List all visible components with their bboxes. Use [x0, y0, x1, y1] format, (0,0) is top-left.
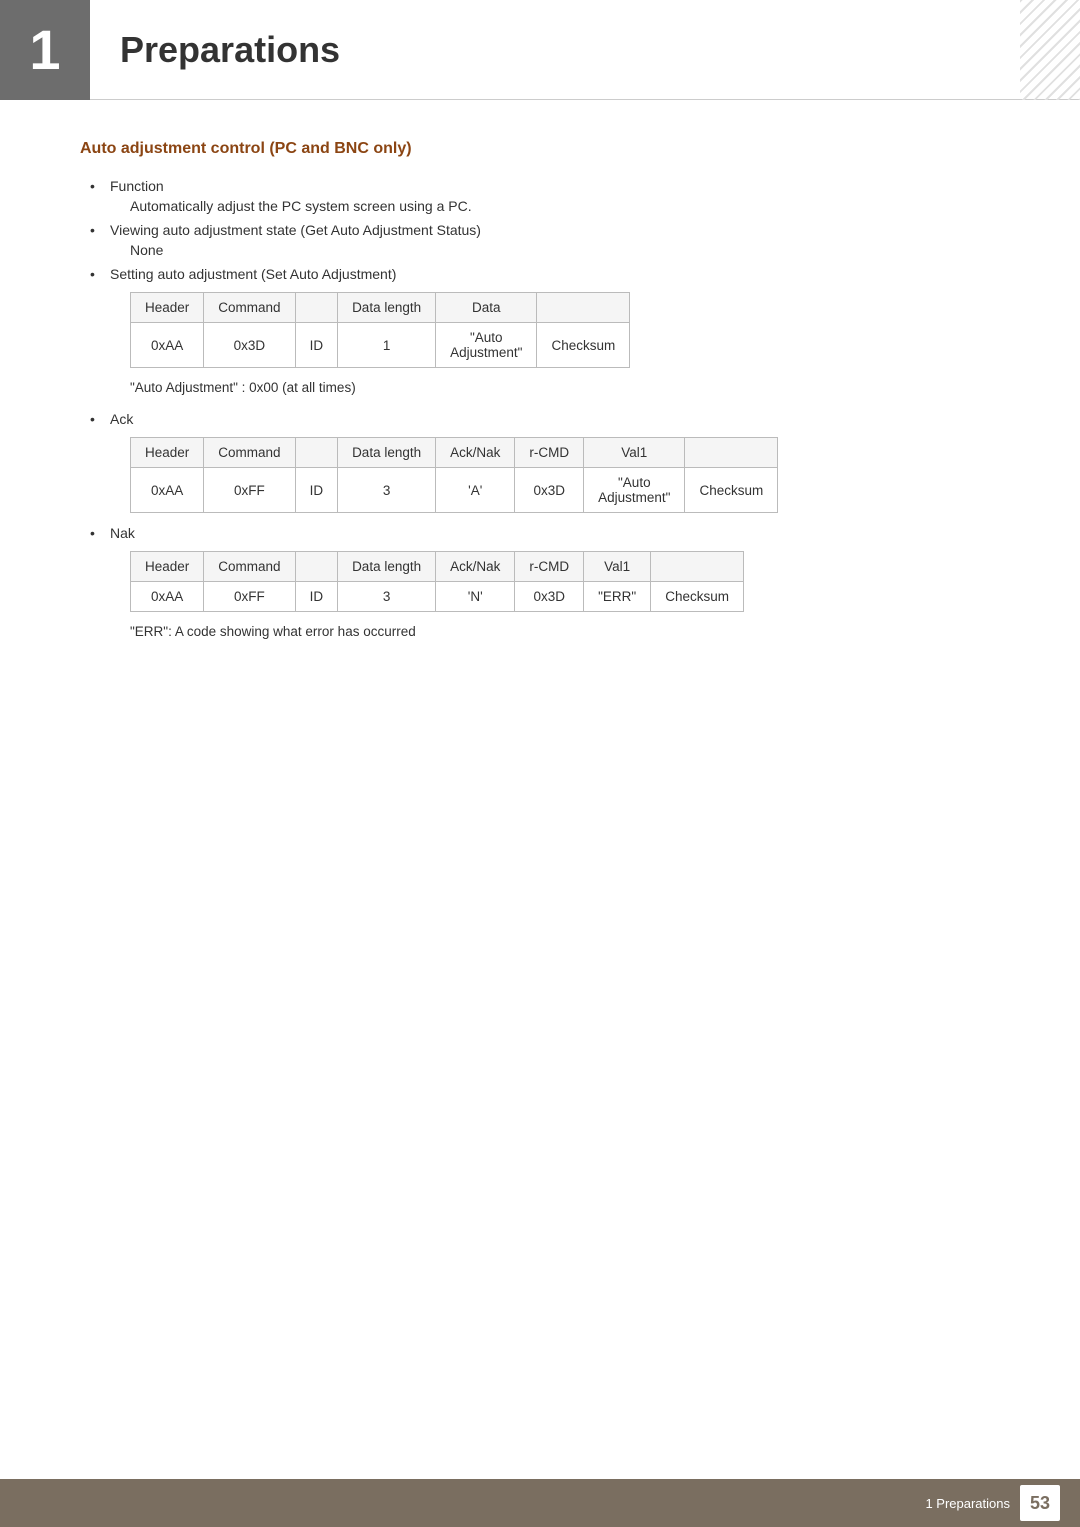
ack-col-id-header: [295, 438, 338, 468]
page-header: 1 Preparations: [0, 0, 1080, 100]
ack-col-rcmd: r-CMD: [515, 438, 584, 468]
col-checksum-header: [537, 293, 630, 323]
ack-cell-id: ID: [295, 468, 338, 513]
bullet-viewing: Viewing auto adjustment state (Get Auto …: [90, 222, 1000, 258]
ack-col-data-length: Data length: [338, 438, 436, 468]
page-footer: 1 Preparations 53: [0, 1479, 1080, 1527]
col-data: Data: [436, 293, 537, 323]
nak-cell-acknak: 'N': [436, 582, 515, 612]
chapter-number: 1: [29, 17, 60, 82]
setting-note: "Auto Adjustment" : 0x00 (at all times): [130, 380, 1000, 395]
nak-col-header: Header: [131, 552, 204, 582]
footer-page-number: 53: [1020, 1485, 1060, 1521]
nak-cell-length: 3: [338, 582, 436, 612]
ack-cell-val1: "AutoAdjustment": [584, 468, 685, 513]
cell-command-val: 0x3D: [204, 323, 295, 368]
section-title: Auto adjustment control (PC and BNC only…: [80, 140, 1000, 158]
col-id-header: [295, 293, 338, 323]
cell-id: ID: [295, 323, 338, 368]
ack-cell-acknak: 'A': [436, 468, 515, 513]
cell-data-val: "AutoAdjustment": [436, 323, 537, 368]
setting-table-wrapper: Header Command Data length Data 0xAA 0x3…: [130, 292, 1000, 368]
ack-cell-checksum: Checksum: [685, 468, 778, 513]
nak-note: "ERR": A code showing what error has occ…: [130, 624, 1000, 639]
ack-cell-length: 3: [338, 468, 436, 513]
setting-table: Header Command Data length Data 0xAA 0x3…: [130, 292, 630, 368]
chapter-title: Preparations: [120, 29, 340, 71]
bullet-nak-label: Nak: [110, 525, 135, 541]
cell-checksum-val: Checksum: [537, 323, 630, 368]
nak-col-command: Command: [204, 552, 295, 582]
ack-cell-header: 0xAA: [131, 468, 204, 513]
ack-col-acknak: Ack/Nak: [436, 438, 515, 468]
ack-col-checksum: [685, 438, 778, 468]
ack-cell-command: 0xFF: [204, 468, 295, 513]
nak-col-checksum: [651, 552, 744, 582]
nak-cell-header: 0xAA: [131, 582, 204, 612]
bullet-function-label: Function: [110, 178, 164, 194]
col-command: Command: [204, 293, 295, 323]
nak-cell-val1: "ERR": [584, 582, 651, 612]
header-stripe-decoration: [1020, 0, 1080, 100]
nak-col-val1: Val1: [584, 552, 651, 582]
bullet-setting-label: Setting auto adjustment (Set Auto Adjust…: [110, 266, 396, 282]
bullet-viewing-label: Viewing auto adjustment state (Get Auto …: [110, 222, 481, 238]
bullet-function-detail: Automatically adjust the PC system scree…: [130, 198, 1000, 214]
ack-col-header: Header: [131, 438, 204, 468]
ack-cell-rcmd: 0x3D: [515, 468, 584, 513]
bullet-list: Function Automatically adjust the PC sys…: [90, 178, 1000, 639]
nak-cell-id: ID: [295, 582, 338, 612]
nak-col-id-header: [295, 552, 338, 582]
nak-cell-command: 0xFF: [204, 582, 295, 612]
bullet-nak: Nak Header Command Data length Ack/Nak r…: [90, 525, 1000, 639]
nak-cell-checksum: Checksum: [651, 582, 744, 612]
cell-data-length-val: 1: [338, 323, 436, 368]
col-data-length: Data length: [338, 293, 436, 323]
bullet-function: Function Automatically adjust the PC sys…: [90, 178, 1000, 214]
nak-col-acknak: Ack/Nak: [436, 552, 515, 582]
ack-col-command: Command: [204, 438, 295, 468]
footer-text: 1 Preparations: [925, 1496, 1010, 1511]
bullet-viewing-detail: None: [130, 242, 1000, 258]
ack-table: Header Command Data length Ack/Nak r-CMD…: [130, 437, 778, 513]
nak-table: Header Command Data length Ack/Nak r-CMD…: [130, 551, 744, 612]
chapter-block: 1: [0, 0, 90, 100]
bullet-setting: Setting auto adjustment (Set Auto Adjust…: [90, 266, 1000, 395]
ack-table-wrapper: Header Command Data length Ack/Nak r-CMD…: [130, 437, 1000, 513]
nak-table-wrapper: Header Command Data length Ack/Nak r-CMD…: [130, 551, 1000, 612]
main-content: Auto adjustment control (PC and BNC only…: [0, 100, 1080, 695]
nak-col-rcmd: r-CMD: [515, 552, 584, 582]
bullet-ack-label: Ack: [110, 411, 133, 427]
bullet-ack: Ack Header Command Data length Ack/Nak r…: [90, 411, 1000, 513]
nak-col-data-length: Data length: [338, 552, 436, 582]
col-header: Header: [131, 293, 204, 323]
ack-col-val1: Val1: [584, 438, 685, 468]
nak-cell-rcmd: 0x3D: [515, 582, 584, 612]
cell-header-val: 0xAA: [131, 323, 204, 368]
